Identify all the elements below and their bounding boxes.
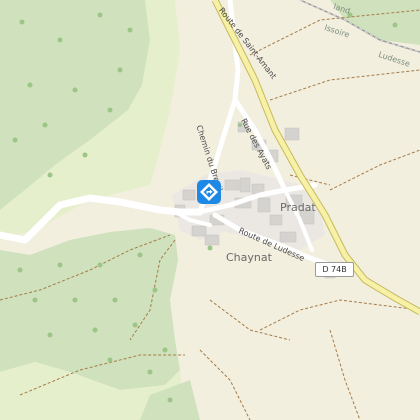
diamond-turn-icon <box>197 180 221 204</box>
road-shield-d74b: D 74B <box>315 262 354 277</box>
place-label-chaynat: Chaynat <box>226 251 272 264</box>
place-label-pradat: Pradat <box>280 201 316 214</box>
map-layer <box>0 0 420 420</box>
location-marker[interactable] <box>197 180 221 204</box>
map-canvas[interactable]: Route de Saint-Amant Chemin du Breuil Ru… <box>0 0 420 420</box>
